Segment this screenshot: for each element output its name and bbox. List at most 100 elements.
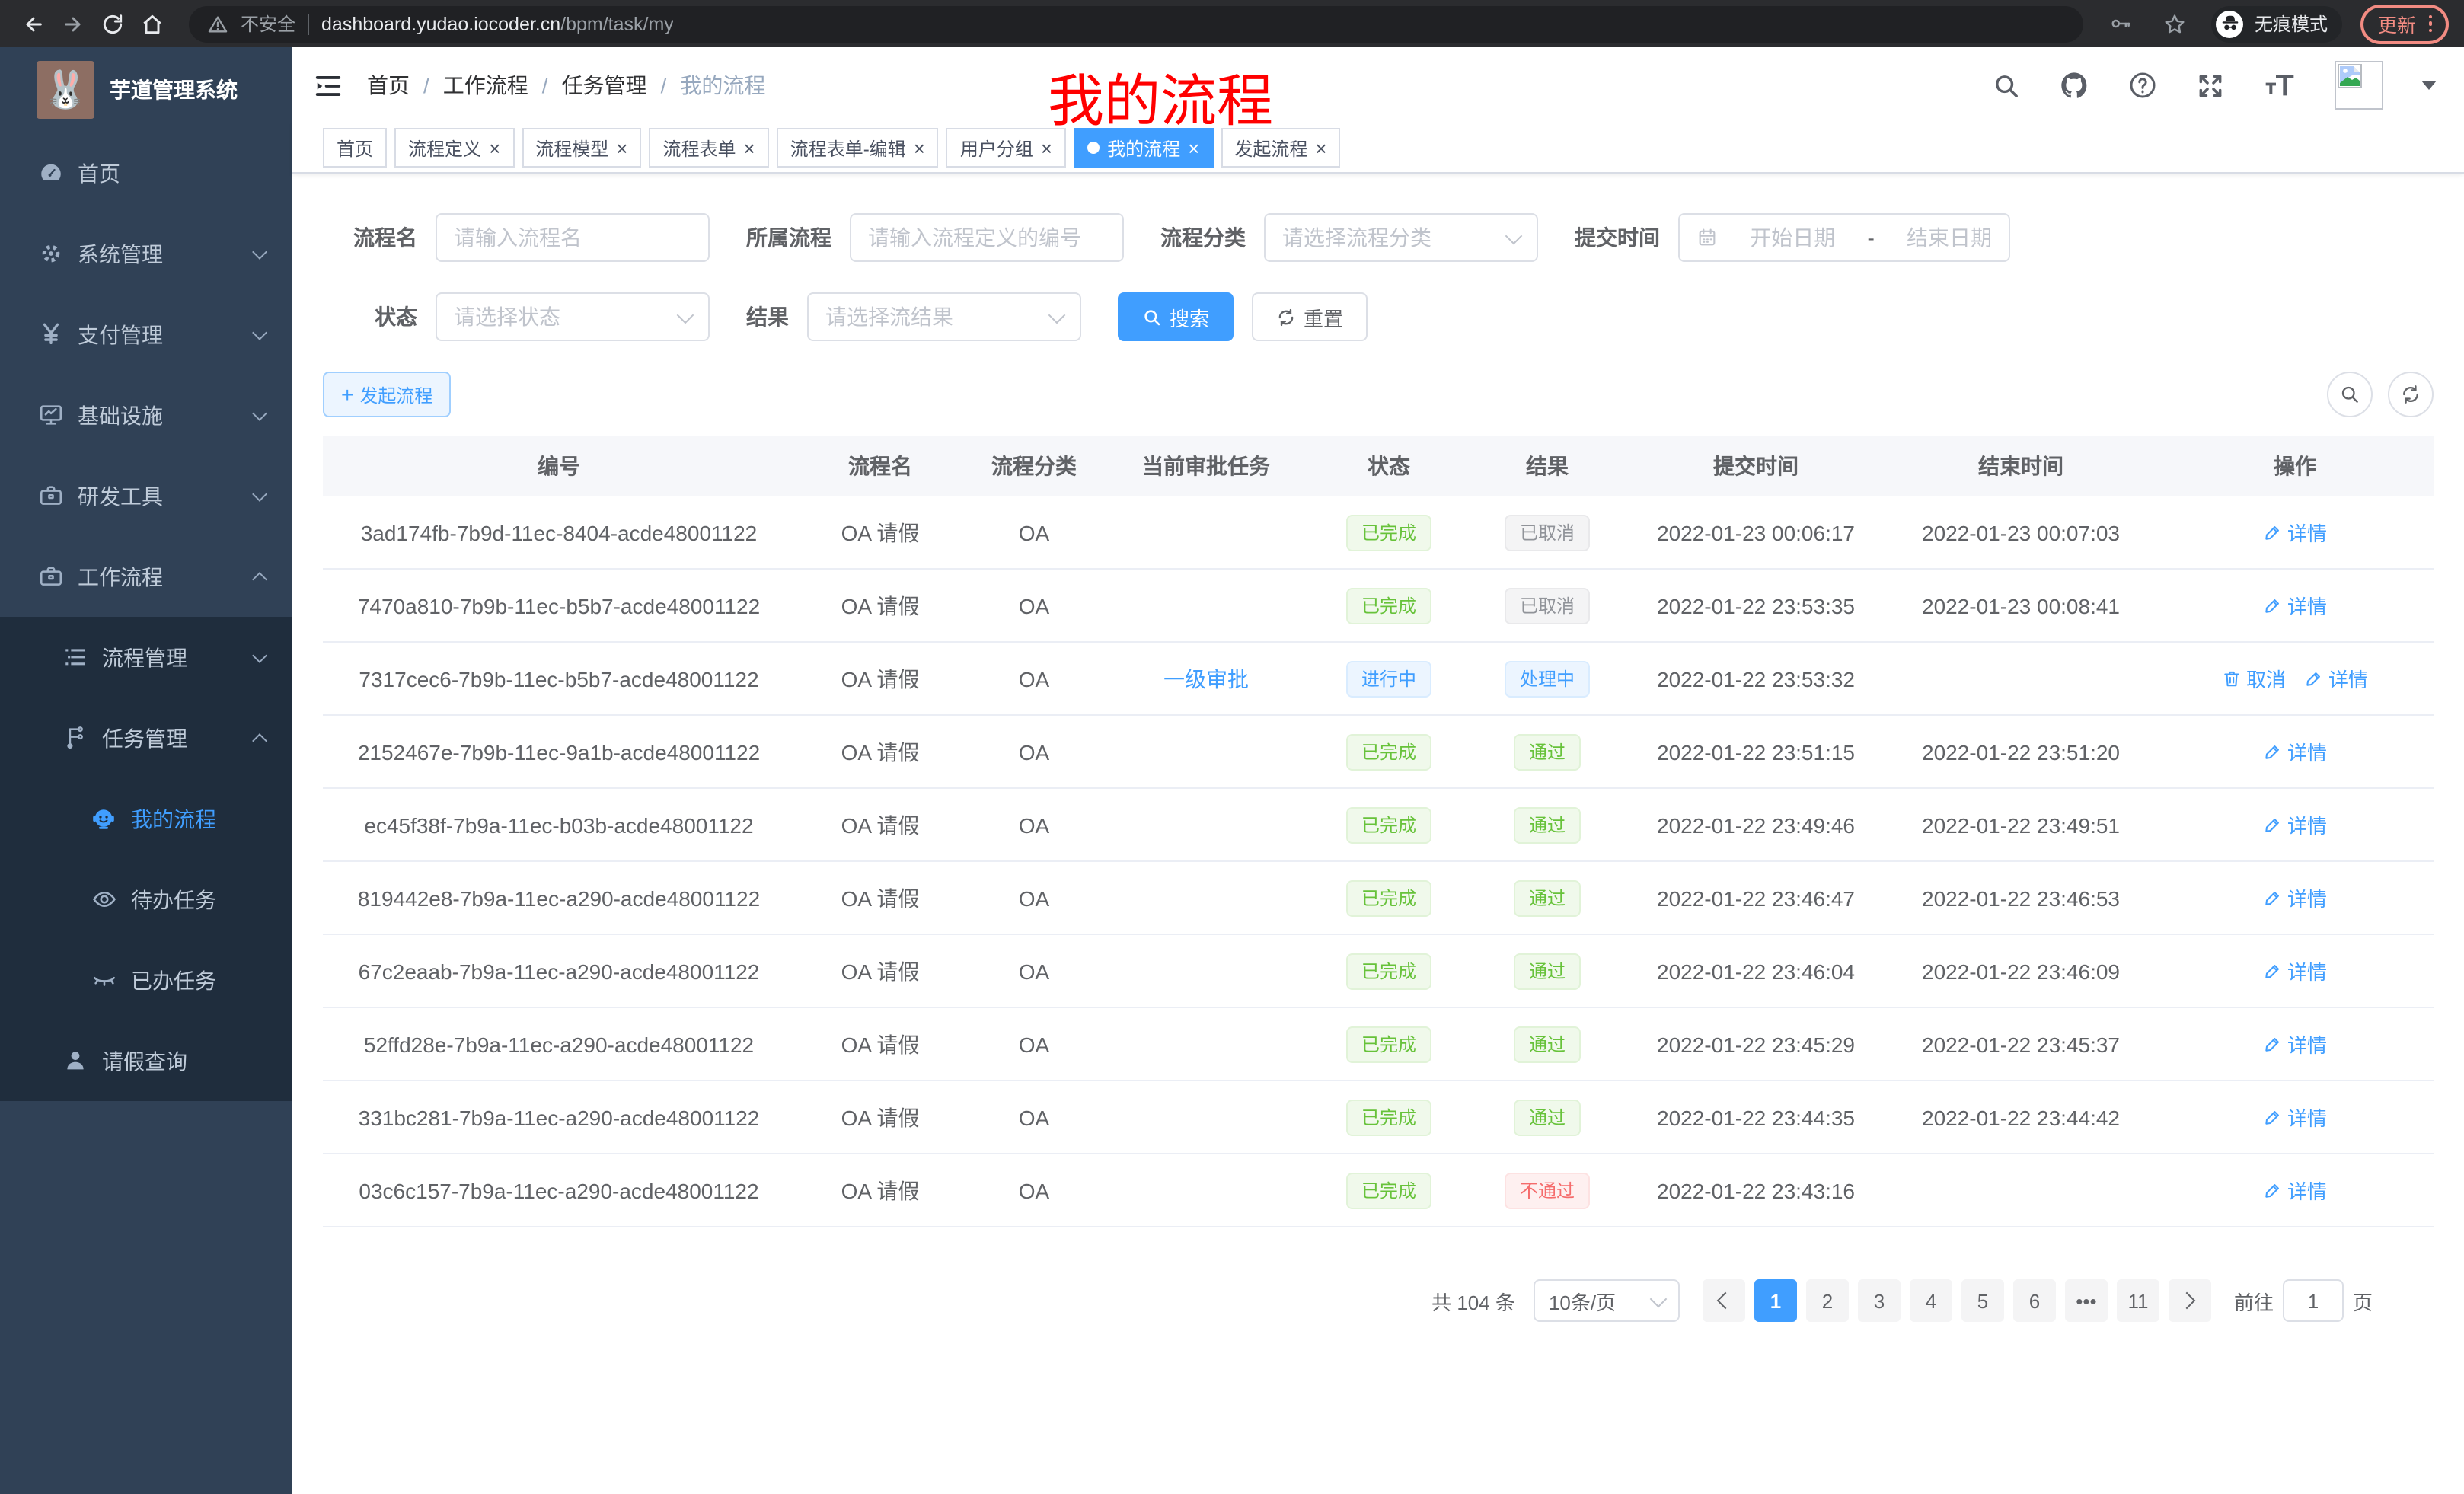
page-button-5[interactable]: 5 [1961, 1279, 2004, 1322]
screen: 不安全 dashboard.yudao.iocoder.cn/bpm/task/… [0, 0, 2464, 1494]
home-icon[interactable] [134, 5, 171, 42]
tab-my-process[interactable]: 我的流程 × [1074, 128, 1213, 168]
close-icon[interactable]: × [1315, 138, 1326, 158]
detail-link[interactable]: 详情 [2263, 883, 2327, 912]
sidebar-item-payment[interactable]: 支付管理 [0, 294, 292, 375]
reload-icon[interactable] [94, 5, 131, 42]
page-button-4[interactable]: 4 [1910, 1279, 1952, 1322]
cell-status: 已完成 [1310, 806, 1468, 843]
result-select[interactable]: 请选择流结果 [807, 292, 1081, 341]
sidebar-item-task-mgmt[interactable]: 任务管理 [0, 698, 292, 778]
page-size-select[interactable]: 10条/页 [1534, 1279, 1680, 1322]
cell-process-id: 52ffd28e-7b9a-11ec-a290-acde48001122 [323, 1032, 795, 1056]
app-logo-row[interactable]: 🐰 芋道管理系统 [0, 47, 292, 132]
close-icon[interactable]: × [744, 138, 755, 158]
page-button-3[interactable]: 3 [1858, 1279, 1901, 1322]
process-category-select[interactable]: 请选择流程分类 [1264, 213, 1538, 262]
page-button-11[interactable]: 11 [2117, 1279, 2159, 1322]
detail-link[interactable]: 详情 [2263, 956, 2327, 985]
sidebar-item-process-mgmt[interactable]: 流程管理 [0, 617, 292, 698]
sidebar-item-my-process[interactable]: 我的流程 [0, 778, 292, 859]
security-label[interactable]: 不安全 [241, 11, 295, 37]
process-definition-input[interactable]: 请输入流程定义的编号 [850, 213, 1124, 262]
bookmark-star-icon[interactable] [2157, 5, 2194, 42]
cancel-link[interactable]: 取消 [2222, 664, 2286, 693]
page-button-2[interactable]: 2 [1806, 1279, 1849, 1322]
detail-link[interactable]: 详情 [2263, 591, 2327, 620]
reset-button[interactable]: 重置 [1252, 292, 1368, 341]
search-button[interactable]: 搜索 [1118, 292, 1234, 341]
help-icon[interactable] [2127, 70, 2158, 101]
submit-time-range-picker[interactable]: 开始日期 - 结束日期 [1678, 213, 2010, 262]
toggle-search-button[interactable] [2327, 372, 2373, 417]
close-icon[interactable]: × [914, 138, 925, 158]
chevron-left-icon [1718, 1292, 1735, 1310]
avatar[interactable] [2335, 61, 2383, 110]
breadcrumb-item[interactable]: 任务管理 [562, 70, 647, 101]
sidebar-toggle-icon[interactable] [314, 71, 343, 100]
search-icon[interactable] [1992, 71, 2021, 100]
page-button-6[interactable]: 6 [2013, 1279, 2056, 1322]
forward-icon[interactable] [55, 5, 91, 42]
back-icon[interactable] [15, 5, 52, 42]
sidebar-item-leave-query[interactable]: 请假查询 [0, 1020, 292, 1101]
close-icon[interactable]: × [1188, 138, 1199, 158]
browser-update-button[interactable]: 更新 [2361, 4, 2449, 43]
detail-link[interactable]: 详情 [2263, 1030, 2327, 1058]
font-size-icon[interactable] [2263, 70, 2296, 101]
tab-label: 我的流程 [1107, 135, 1180, 161]
pencil-icon [2263, 1107, 2283, 1127]
goto-page-input[interactable]: 1 [2283, 1279, 2344, 1322]
goto-label: 前往 [2234, 1286, 2274, 1315]
sidebar-item-home[interactable]: 首页 [0, 132, 292, 213]
start-process-button[interactable]: + 发起流程 [323, 372, 451, 417]
fullscreen-icon[interactable] [2196, 71, 2225, 100]
url-text[interactable]: dashboard.yudao.iocoder.cn/bpm/task/my [321, 13, 674, 34]
browser-menu-icon[interactable] [2428, 15, 2432, 33]
sidebar-item-workflow[interactable]: 工作流程 [0, 536, 292, 617]
sidebar-item-infra[interactable]: 基础设施 [0, 375, 292, 455]
breadcrumb-item[interactable]: 工作流程 [443, 70, 528, 101]
process-definition-label: 所属流程 [746, 222, 831, 253]
close-icon[interactable]: × [1041, 138, 1052, 158]
tab-definition[interactable]: 流程定义× [394, 128, 514, 168]
tab-form[interactable]: 流程表单× [649, 128, 768, 168]
refresh-table-button[interactable] [2388, 372, 2434, 417]
detail-link[interactable]: 详情 [2263, 518, 2327, 547]
page-button-1[interactable]: 1 [1754, 1279, 1797, 1322]
app-logo-image: 🐰 [37, 61, 94, 119]
github-icon[interactable] [2059, 70, 2089, 101]
address-bar[interactable]: 不安全 dashboard.yudao.iocoder.cn/bpm/task/… [189, 5, 2084, 42]
incognito-badge: 无痕模式 [2212, 5, 2343, 42]
process-name-input[interactable]: 请输入流程名 [436, 213, 710, 262]
prev-page-button[interactable] [1703, 1279, 1745, 1322]
next-page-button[interactable] [2169, 1279, 2211, 1322]
status-badge: 已完成 [1346, 806, 1431, 843]
detail-link[interactable]: 详情 [2263, 1103, 2327, 1132]
detail-link[interactable]: 详情 [2304, 664, 2368, 693]
sidebar-item-todo-tasks[interactable]: 待办任务 [0, 859, 292, 940]
key-icon[interactable] [2102, 5, 2139, 42]
result-badge: 已取消 [1505, 514, 1590, 551]
tab-model[interactable]: 流程模型× [522, 128, 641, 168]
detail-link[interactable]: 详情 [2263, 1176, 2327, 1205]
tab-start-process[interactable]: 发起流程× [1221, 128, 1340, 168]
breadcrumb-item[interactable]: 首页 [367, 70, 410, 101]
process-table: 编号流程名流程分类当前审批任务状态结果提交时间结束时间操作 3ad174fb-7… [323, 436, 2434, 1227]
tab-user-group[interactable]: 用户分组× [946, 128, 1066, 168]
current-task-link[interactable]: 一级审批 [1163, 663, 1249, 694]
avatar-dropdown-caret-icon[interactable] [2421, 81, 2437, 90]
column-header: 操作 [2156, 451, 2434, 481]
tab-form-edit[interactable]: 流程表单-编辑× [777, 128, 939, 168]
detail-link[interactable]: 详情 [2263, 810, 2327, 839]
status-select[interactable]: 请选择状态 [436, 292, 710, 341]
detail-link[interactable]: 详情 [2263, 737, 2327, 766]
close-icon[interactable]: × [489, 138, 500, 158]
sidebar-item-devtools[interactable]: 研发工具 [0, 455, 292, 536]
tab-home[interactable]: 首页 [323, 128, 387, 168]
close-icon[interactable]: × [616, 138, 627, 158]
sidebar-item-system[interactable]: 系统管理 [0, 213, 292, 294]
cell-result: 通过 [1468, 733, 1626, 770]
sidebar-item-done-tasks[interactable]: 已办任务 [0, 940, 292, 1020]
action-label: 详情 [2287, 1103, 2327, 1132]
